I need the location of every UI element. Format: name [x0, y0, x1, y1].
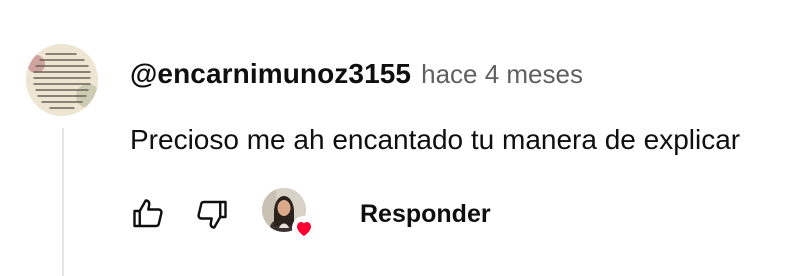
dislike-button[interactable]	[192, 194, 232, 234]
reply-thread-line	[62, 128, 64, 276]
reply-button[interactable]: Responder	[360, 192, 491, 237]
comment-text: Precioso me ah encantado tu manera de ex…	[130, 124, 741, 155]
author-avatar[interactable]	[26, 44, 98, 116]
like-button[interactable]	[128, 194, 168, 234]
heart-icon	[292, 216, 316, 240]
creator-heart[interactable]	[262, 188, 316, 240]
comment-action-bar: Responder	[118, 184, 491, 244]
comment-header: @encarnimunoz3155 hace 4 meses	[130, 58, 583, 90]
comment-timestamp[interactable]: hace 4 meses	[421, 59, 583, 90]
thumb-down-icon	[197, 200, 227, 229]
author-name[interactable]: @encarnimunoz3155	[130, 58, 411, 90]
thumb-up-icon	[133, 199, 163, 228]
author-avatar-image	[26, 44, 98, 116]
